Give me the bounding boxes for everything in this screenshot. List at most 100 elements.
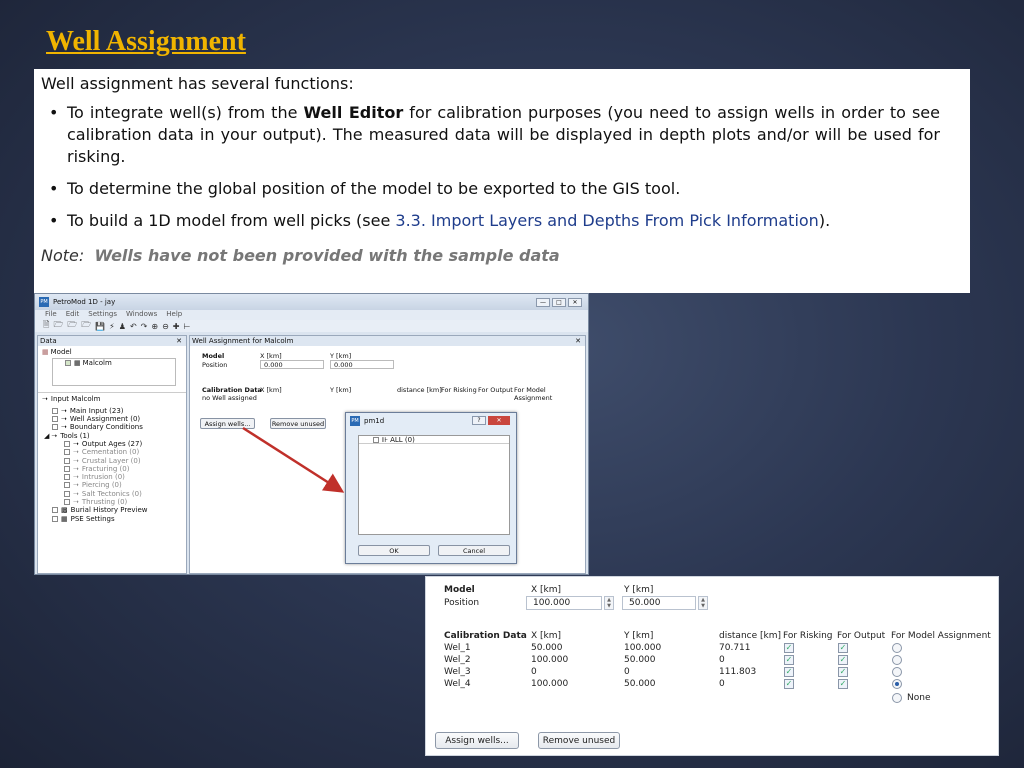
tree-item[interactable]: ➝ Main Input (23) [42, 407, 182, 415]
x-spinner[interactable]: ▲ ▼ [604, 596, 614, 610]
checkbox[interactable] [64, 457, 70, 464]
help-button[interactable]: ? [472, 416, 486, 425]
model-assignment-radio[interactable] [892, 679, 902, 689]
model-assignment-radio[interactable] [892, 667, 902, 677]
checkbox[interactable] [64, 482, 70, 489]
folder-icon[interactable]: 🗁 [81, 319, 91, 333]
all-wells-item[interactable]: ⊪ ALL (0) [359, 435, 509, 445]
measure-icon[interactable]: ⊢ [183, 322, 190, 331]
open-icon[interactable]: 🗁 [53, 319, 63, 333]
tree-item[interactable]: ➝ Boundary Conditions [42, 423, 182, 431]
save-icon[interactable]: 💾 [95, 322, 105, 331]
checkbox[interactable] [64, 465, 70, 472]
assign-wells-button[interactable]: Assign wells... [435, 732, 519, 749]
expand-icon[interactable]: ◢ [44, 432, 49, 440]
tree-item[interactable]: ➝ Output Ages (27) [42, 440, 182, 448]
checkbox[interactable] [52, 407, 58, 414]
close-button[interactable]: ✕ [568, 297, 582, 307]
checkbox[interactable] [64, 449, 70, 456]
zoom-in-icon[interactable]: ⊕ [151, 322, 158, 331]
tree-item[interactable]: ➝ Thrusting (0) [42, 498, 182, 506]
undo-icon[interactable]: ↶ [130, 322, 137, 331]
risking-label: For Risking [783, 631, 833, 641]
tree-item[interactable]: ▦ PSE Settings [42, 514, 182, 523]
model-assignment-radio[interactable] [892, 655, 902, 665]
position-x-input[interactable]: 100.000 [526, 596, 602, 610]
import-layers-link[interactable]: 3.3. Import Layers and Depths From Pick … [395, 211, 818, 230]
tree-item[interactable]: ➝ Well Assignment (0) [42, 415, 182, 423]
checkbox[interactable] [64, 474, 70, 481]
risking-checkbox[interactable]: ✓ [784, 679, 794, 689]
risking-checkbox[interactable]: ✓ [784, 643, 794, 653]
output-checkbox[interactable]: ✓ [838, 643, 848, 653]
checkbox[interactable] [64, 440, 70, 447]
remove-unused-button[interactable]: Remove unused [538, 732, 620, 749]
menu-windows[interactable]: Windows [126, 310, 157, 320]
distance-label: distance [km] [719, 631, 781, 641]
checkbox[interactable] [64, 499, 70, 505]
tree-item[interactable]: ➝ Salt Tectonics (0) [42, 490, 182, 498]
panel-close-icon[interactable]: ✕ [176, 337, 182, 345]
zoom-out-icon[interactable]: ⊖ [162, 322, 169, 331]
output-checkbox[interactable]: ✓ [838, 655, 848, 665]
output-checkbox[interactable]: ✓ [838, 679, 848, 689]
bullet3-text-b: ). [818, 211, 831, 230]
well-y: 50.000 [624, 655, 656, 665]
spin-down-icon: ▼ [607, 603, 611, 609]
y-spinner[interactable]: ▲ ▼ [698, 596, 708, 610]
minimize-button[interactable]: — [536, 297, 550, 307]
tree-item[interactable]: ➝ Crustal Layer (0) [42, 456, 182, 465]
open-folder-icon[interactable]: 🗁 [67, 319, 77, 333]
checkbox[interactable] [52, 424, 58, 431]
bullet3-text-a: To build a 1D model from well picks (see [67, 211, 396, 230]
person-icon[interactable]: ♟ [119, 322, 126, 331]
tree-item[interactable]: ➝ Fracturing (0) [42, 465, 182, 473]
ok-button[interactable]: OK [358, 545, 430, 556]
model-item-label: Malcolm [82, 359, 112, 368]
tree-item[interactable]: ➝ Piercing (0) [42, 481, 182, 489]
arrow-icon: ➝ [73, 498, 79, 506]
dialog-title: pm1d [364, 416, 385, 425]
output-checkbox[interactable]: ✓ [838, 667, 848, 677]
model-label: Model [50, 348, 72, 357]
wells-icon: ⊪ [382, 435, 389, 444]
cancel-button[interactable]: Cancel [438, 545, 510, 556]
checkbox[interactable] [64, 490, 70, 497]
bullet-calibration: To integrate well(s) from the Well Edito… [41, 102, 958, 168]
tree-item[interactable]: ➝ Cementation (0) [42, 448, 182, 456]
position-y-input[interactable]: 50.000 [622, 596, 696, 610]
new-icon[interactable]: 🗎 [43, 319, 49, 333]
menu-help[interactable]: Help [166, 310, 182, 320]
checkbox[interactable] [373, 436, 379, 443]
position-x-input[interactable]: 0.000 [260, 360, 324, 369]
data-panel-title: Data [40, 337, 57, 345]
checkbox[interactable] [52, 416, 58, 423]
arrow-icon: ➝ [73, 456, 79, 465]
maximize-button[interactable]: □ [552, 297, 566, 307]
position-label: Position [202, 361, 228, 369]
risking-checkbox[interactable]: ✓ [784, 655, 794, 665]
petromod-window: PM PetroMod 1D - jay — □ ✕ File Edit Set… [34, 293, 589, 575]
tree-item[interactable]: ▩ Burial History Preview [42, 506, 182, 514]
run-icon[interactable]: ⚡ [109, 322, 115, 331]
menu-settings[interactable]: Settings [88, 310, 117, 320]
risking-checkbox[interactable]: ✓ [784, 667, 794, 677]
checkbox[interactable] [52, 507, 58, 514]
none-radio[interactable] [892, 693, 902, 703]
tree-item[interactable]: ◢ ➝ Tools (1) [42, 431, 182, 440]
pse-icon: ▦ [61, 514, 68, 523]
position-y-input[interactable]: 0.000 [330, 360, 394, 369]
x-label: X [km] [260, 386, 282, 394]
checkbox[interactable] [52, 515, 58, 522]
model-assignment-radio[interactable] [892, 643, 902, 653]
pan-icon[interactable]: ✚ [173, 322, 180, 331]
assign-wells-button[interactable]: Assign wells... [200, 418, 255, 429]
redo-icon[interactable]: ↷ [141, 322, 148, 331]
tree-item[interactable]: ➝ Intrusion (0) [42, 473, 182, 481]
panel-close-icon[interactable]: ✕ [575, 337, 581, 345]
checkbox[interactable] [65, 360, 71, 367]
remove-unused-button[interactable]: Remove unused [270, 418, 326, 429]
function-list: To integrate well(s) from the Well Edito… [41, 102, 958, 232]
dialog-close-button[interactable]: ✕ [488, 416, 510, 425]
model-item[interactable]: ▦ Malcolm [53, 359, 175, 367]
